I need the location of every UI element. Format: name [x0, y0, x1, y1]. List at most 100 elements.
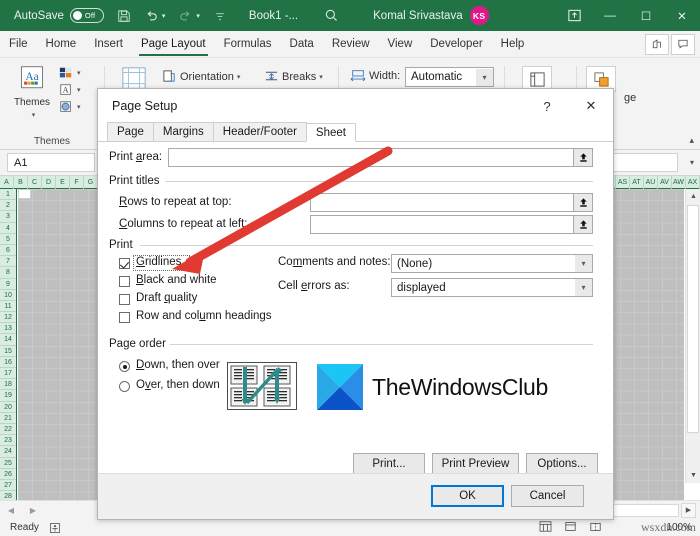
- maximize-button[interactable]: ☐: [628, 0, 664, 31]
- themes-dropdown-caret-icon[interactable]: ▾: [32, 112, 36, 119]
- scroll-up-arrow-icon[interactable]: ▲: [686, 189, 700, 204]
- print-button[interactable]: Print...: [353, 453, 425, 475]
- row-header-17[interactable]: 17: [0, 368, 16, 380]
- customize-quick-access-icon[interactable]: [213, 10, 227, 22]
- page-break-preview-icon[interactable]: [589, 521, 602, 535]
- dialog-tab-sheet[interactable]: Sheet: [305, 123, 356, 142]
- tab-developer[interactable]: Developer: [421, 31, 491, 58]
- column-header-AV[interactable]: AV: [658, 176, 672, 189]
- row-header-25[interactable]: 25: [0, 458, 16, 469]
- row-header-3[interactable]: 3: [0, 211, 16, 223]
- black-and-white-checkbox[interactable]: [119, 276, 130, 287]
- row-header-20[interactable]: 20: [0, 402, 16, 413]
- breaks-caret-icon[interactable]: ▾: [319, 73, 323, 81]
- row-header-5[interactable]: 5: [0, 234, 16, 245]
- columns-to-repeat-input[interactable]: [310, 215, 593, 234]
- width-caret-icon[interactable]: ▾: [476, 68, 493, 86]
- down-then-over-label[interactable]: Down, then over: [136, 359, 220, 371]
- theme-effects-button[interactable]: ▾: [58, 100, 81, 114]
- close-button[interactable]: ✕: [664, 0, 700, 31]
- row-header-26[interactable]: 26: [0, 469, 16, 480]
- row-header-21[interactable]: 21: [0, 413, 16, 424]
- search-icon[interactable]: [324, 8, 339, 23]
- scroll-down-arrow-icon[interactable]: ▼: [686, 468, 700, 483]
- tab-file[interactable]: File: [0, 31, 37, 58]
- next-sheet-icon[interactable]: ▶: [22, 506, 44, 515]
- dialog-tab-margins[interactable]: Margins: [152, 122, 214, 141]
- row-header-4[interactable]: 4: [0, 223, 16, 234]
- print-area-collapse-button[interactable]: [573, 148, 593, 167]
- scroll-right-arrow-icon[interactable]: ▶: [681, 502, 696, 518]
- collapse-ribbon-icon[interactable]: ▴: [689, 135, 694, 146]
- orientation-button[interactable]: Orientation ▾: [162, 69, 240, 84]
- row-header-22[interactable]: 22: [0, 424, 16, 436]
- black-and-white-label[interactable]: Black and white: [136, 274, 217, 286]
- share-icon[interactable]: [645, 33, 669, 55]
- tab-insert[interactable]: Insert: [85, 31, 132, 58]
- normal-view-icon[interactable]: [539, 520, 552, 535]
- accessibility-checker-icon[interactable]: [49, 522, 61, 534]
- row-header-9[interactable]: 9: [0, 279, 16, 290]
- column-header-F[interactable]: F: [70, 176, 84, 189]
- dialog-tab-page[interactable]: Page: [107, 122, 154, 141]
- tab-view[interactable]: View: [379, 31, 422, 58]
- avatar[interactable]: KS: [469, 6, 489, 25]
- name-box[interactable]: A1: [7, 153, 95, 172]
- gridlines-checkbox[interactable]: [119, 258, 130, 269]
- rows-to-repeat-input[interactable]: [310, 193, 593, 212]
- row-header-27[interactable]: 27: [0, 480, 16, 492]
- theme-colors-button[interactable]: ▾: [58, 66, 81, 80]
- tab-help[interactable]: Help: [492, 31, 534, 58]
- row-header-10[interactable]: 10: [0, 290, 16, 301]
- row-and-column-headings-checkbox[interactable]: [119, 312, 130, 323]
- gridlines-label[interactable]: Gridlines: [136, 256, 181, 268]
- draft-quality-label[interactable]: Draft quality: [136, 292, 197, 304]
- themes-button[interactable]: Aa Themes ▾: [9, 65, 55, 120]
- print-preview-button[interactable]: Print Preview: [432, 453, 519, 475]
- minimize-button[interactable]: —: [592, 0, 628, 31]
- row-header-12[interactable]: 12: [0, 312, 16, 324]
- rows-to-repeat-collapse-button[interactable]: [573, 193, 593, 212]
- row-header-6[interactable]: 6: [0, 245, 16, 257]
- column-header-A[interactable]: A: [0, 176, 14, 189]
- autosave-toggle[interactable]: Off: [69, 8, 104, 23]
- row-header-18[interactable]: 18: [0, 379, 16, 391]
- column-header-AT[interactable]: AT: [630, 176, 644, 189]
- row-header-24[interactable]: 24: [0, 446, 16, 458]
- column-header-AW[interactable]: AW: [672, 176, 686, 189]
- options-button[interactable]: Options...: [526, 453, 598, 475]
- save-icon[interactable]: [117, 9, 131, 23]
- active-cell[interactable]: [18, 189, 31, 199]
- row-header-1[interactable]: 1: [0, 189, 16, 201]
- row-header-14[interactable]: 14: [0, 334, 16, 346]
- column-header-G[interactable]: G: [84, 176, 98, 189]
- undo-dropdown-caret-icon[interactable]: ▾: [162, 12, 166, 20]
- row-header-2[interactable]: 2: [0, 200, 16, 212]
- comments-and-notes-caret-icon[interactable]: ▾: [575, 255, 592, 272]
- row-header-13[interactable]: 13: [0, 323, 16, 335]
- column-header-AU[interactable]: AU: [644, 176, 658, 189]
- tab-page-layout[interactable]: Page Layout: [132, 31, 215, 58]
- over-then-down-radio[interactable]: [119, 381, 130, 392]
- comments-icon[interactable]: [671, 33, 695, 55]
- cell-errors-caret-icon[interactable]: ▾: [575, 279, 592, 296]
- redo-dropdown-caret-icon[interactable]: ▾: [196, 12, 200, 20]
- column-header-AX[interactable]: AX: [686, 176, 700, 189]
- expand-formula-bar-icon[interactable]: ▾: [684, 158, 700, 167]
- ribbon-display-options-icon[interactable]: [556, 0, 592, 31]
- print-area-input[interactable]: [168, 148, 593, 167]
- tab-data[interactable]: Data: [281, 31, 323, 58]
- user-name-label[interactable]: Komal Srivastava: [373, 10, 462, 22]
- row-header-15[interactable]: 15: [0, 346, 16, 357]
- breaks-button[interactable]: Breaks ▾: [264, 69, 323, 84]
- column-header-E[interactable]: E: [56, 176, 70, 189]
- vertical-scrollbar[interactable]: ▲ ▼: [685, 189, 700, 483]
- previous-sheet-icon[interactable]: ◀: [0, 506, 22, 515]
- row-header-19[interactable]: 19: [0, 390, 16, 402]
- page-layout-view-icon[interactable]: [564, 521, 577, 535]
- theme-fonts-caret-icon[interactable]: ▾: [77, 86, 81, 94]
- undo-icon[interactable]: [144, 9, 159, 23]
- redo-icon[interactable]: [178, 9, 193, 23]
- column-header-C[interactable]: C: [28, 176, 42, 189]
- cancel-button[interactable]: Cancel: [511, 485, 584, 507]
